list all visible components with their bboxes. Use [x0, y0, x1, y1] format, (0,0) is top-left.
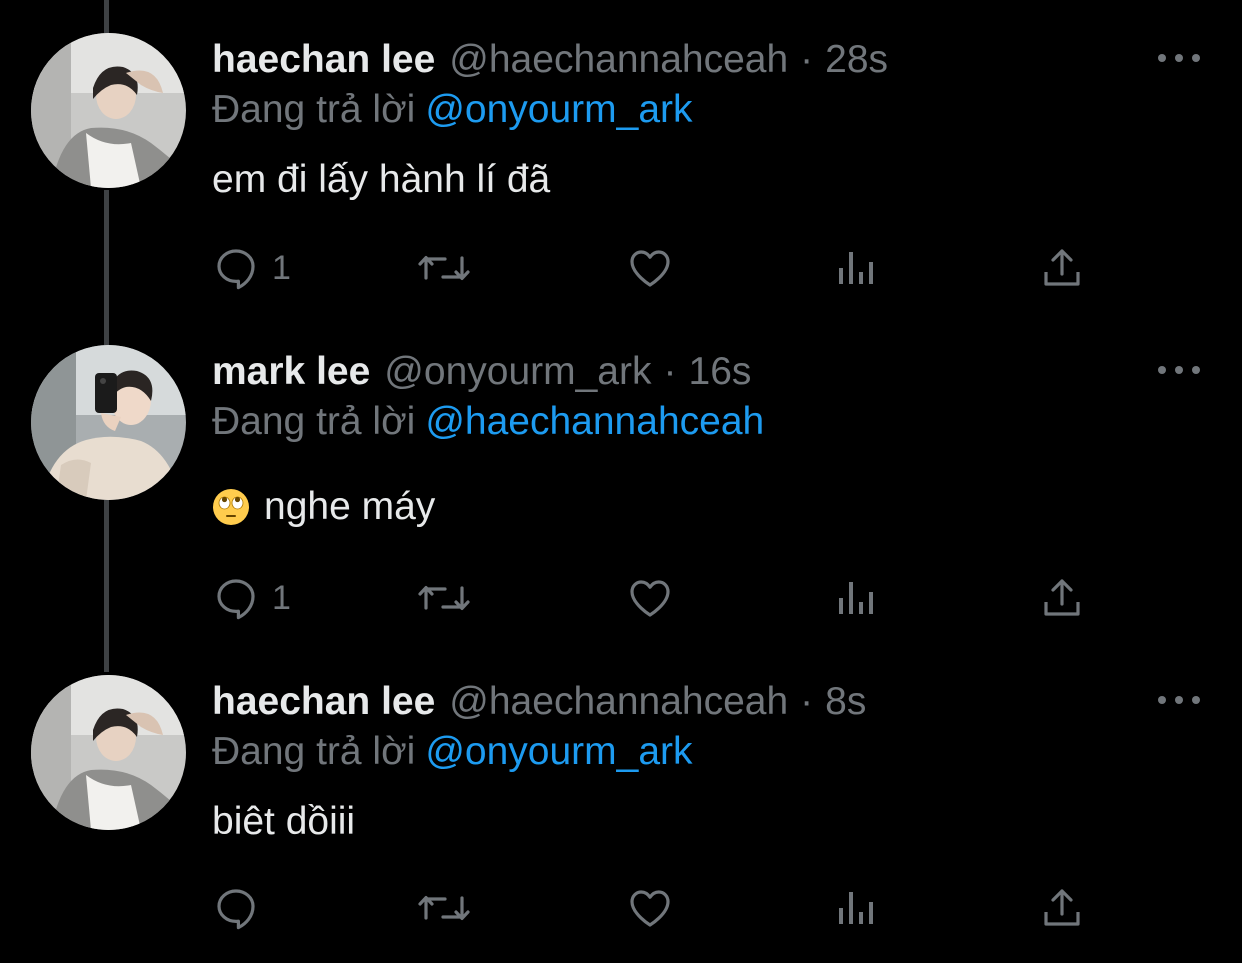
- avatar[interactable]: [31, 675, 186, 830]
- like-button[interactable]: [626, 883, 674, 933]
- reply-button[interactable]: [212, 883, 272, 933]
- tweet-text-body: biêt dồiii: [212, 800, 356, 843]
- more-icon: [1158, 696, 1166, 704]
- separator: ·: [800, 680, 814, 723]
- share-icon: [1044, 889, 1080, 926]
- more-button[interactable]: [1158, 690, 1200, 710]
- more-icon-dot: [1175, 696, 1183, 704]
- share-button[interactable]: [1038, 883, 1086, 933]
- retweet-button[interactable]: [416, 883, 472, 933]
- action-bar: [212, 883, 1112, 933]
- like-icon: [630, 890, 670, 927]
- tweet-header: haechan lee @haechannahceah · 8s: [212, 680, 866, 724]
- retweet-icon: [418, 896, 470, 920]
- analytics-button[interactable]: [832, 883, 880, 933]
- tweet[interactable]: haechan lee @haechannahceah · 8s Đang tr…: [0, 0, 1242, 963]
- avatar-haechan-image: [31, 675, 186, 830]
- tweet-text: biêt dồiii: [212, 800, 355, 844]
- more-icon-dot: [1192, 696, 1200, 704]
- analytics-icon: [839, 892, 873, 924]
- replying-label: Đang trả lời: [212, 730, 416, 773]
- user-handle[interactable]: @haechannahceah: [449, 680, 788, 724]
- replying-to: Đang trả lời @onyourm_ark: [212, 730, 693, 774]
- timestamp[interactable]: 8s: [825, 680, 866, 724]
- reply-icon: [217, 889, 255, 930]
- mention-link[interactable]: @onyourm_ark: [425, 730, 692, 773]
- display-name[interactable]: haechan lee: [212, 680, 435, 724]
